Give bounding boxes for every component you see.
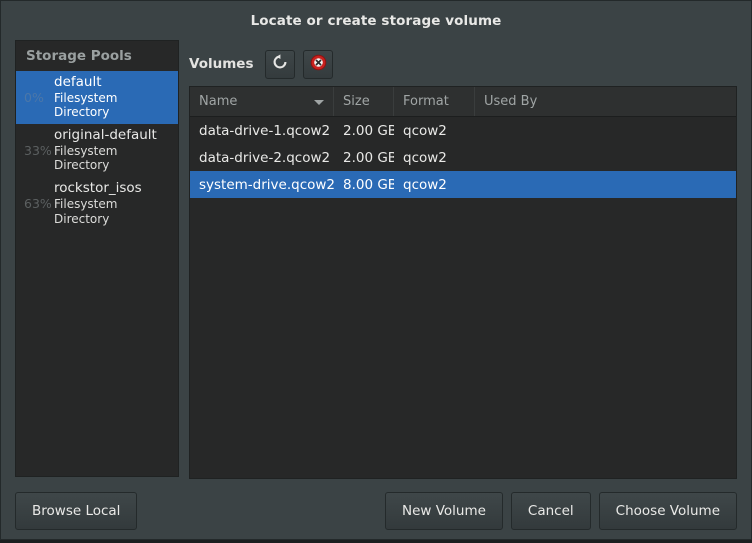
volumes-table-body: data-drive-1.qcow2 2.00 GB qcow2 data-dr… [190,117,736,478]
pool-name: rockstor_isos [54,180,142,197]
delete-volume-icon [310,54,327,75]
cell-size: 2.00 GB [343,122,394,139]
storage-pools-panel: Storage Pools 0% default Filesystem Dire… [15,40,179,477]
pool-type: Filesystem Directory [54,197,118,226]
storage-volume-dialog: Locate or create storage volume Storage … [0,0,752,540]
volumes-panel: Volumes Name Size Format Used By data-dr… [189,40,737,479]
cell-format: qcow2 [403,122,447,139]
cell-name: system-drive.qcow2 [199,176,334,193]
new-volume-button[interactable]: New Volume [384,492,503,530]
pool-usage-percent: 0% [24,89,44,105]
dialog-title: Locate or create storage volume [250,12,502,29]
sidebar-item-default[interactable]: 0% default Filesystem Directory [16,71,178,125]
dialog-body: Storage Pools 0% default Filesystem Dire… [1,40,751,479]
cell-size: 2.00 GB [343,149,394,166]
volumes-table-header: Name Size Format Used By [190,87,736,117]
cell-name: data-drive-2.qcow2 [199,149,331,166]
cell-size: 8.00 GB [343,176,394,193]
column-header-label: Format [403,94,449,109]
column-header-used-by[interactable]: Used By [475,87,736,116]
dialog-footer: Browse Local New Volume Cancel Choose Vo… [1,479,751,543]
volumes-label: Volumes [189,56,254,72]
volumes-toolbar: Volumes [189,40,737,86]
sidebar-item-original-default[interactable]: 33% original-default Filesystem Director… [16,124,178,178]
cell-format: qcow2 [403,176,447,193]
choose-volume-button[interactable]: Choose Volume [598,492,737,530]
table-row[interactable]: data-drive-1.qcow2 2.00 GB qcow2 [190,117,736,144]
column-header-size[interactable]: Size [334,87,394,116]
footer-action-buttons: New Volume Cancel Choose Volume [384,492,737,530]
sort-descending-icon [314,99,324,105]
pool-type: Filesystem Directory [54,90,118,120]
refresh-volumes-button[interactable] [265,49,296,79]
volumes-empty-area[interactable] [190,198,736,478]
sidebar-item-rockstor-isos[interactable]: 63% rockstor_isos Filesystem Directory [16,177,178,231]
cell-format: qcow2 [403,149,447,166]
column-header-label: Used By [484,94,538,109]
column-header-label: Name [199,94,238,109]
volumes-table: Name Size Format Used By data-drive-1.qc… [189,86,737,479]
cancel-button[interactable]: Cancel [510,492,591,530]
storage-pools-header: Storage Pools [16,41,178,71]
table-row[interactable]: system-drive.qcow2 8.00 GB qcow2 [190,171,736,198]
cell-name: data-drive-1.qcow2 [199,122,331,139]
pool-usage-percent: 63% [24,196,52,212]
pool-usage-percent: 33% [24,142,52,158]
pool-type: Filesystem Directory [54,144,118,173]
column-header-name[interactable]: Name [190,87,334,116]
column-header-label: Size [343,94,370,109]
browse-local-button[interactable]: Browse Local [15,492,138,530]
column-header-format[interactable]: Format [394,87,475,116]
pool-name: original-default [54,127,157,144]
dialog-titlebar: Locate or create storage volume [1,1,751,40]
pool-name: default [54,74,102,90]
delete-volume-button[interactable] [303,49,334,79]
refresh-icon [272,54,288,74]
table-row[interactable]: data-drive-2.qcow2 2.00 GB qcow2 [190,144,736,171]
